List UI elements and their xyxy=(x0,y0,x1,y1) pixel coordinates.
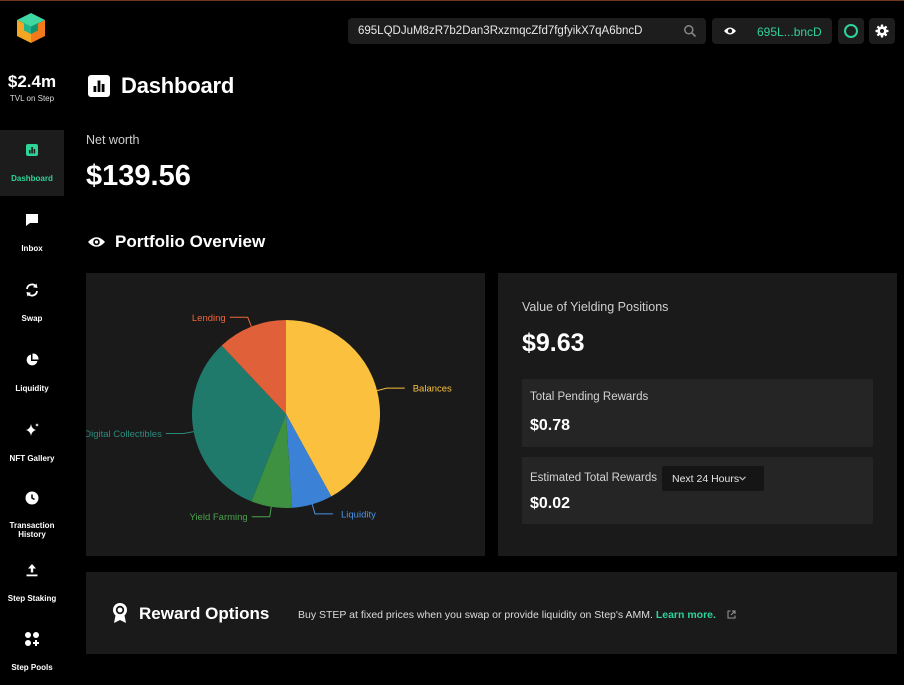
sidebar-item-label: Swap xyxy=(21,314,43,323)
reward-description-line: Buy STEP at fixed prices when you swap o… xyxy=(298,609,736,621)
sidebar-item-label: Inbox xyxy=(21,244,43,253)
wallet-button[interactable]: 695L...bncD xyxy=(712,18,832,44)
wallet-address-input[interactable] xyxy=(358,18,676,44)
period-select-value: Next 24 Hours xyxy=(672,473,740,485)
pending-rewards-box: Total Pending Rewards $0.78 xyxy=(522,379,873,447)
sidebar: $2.4m TVL on Step Dashboard Inbox Swap L… xyxy=(0,0,64,685)
search-icon[interactable] xyxy=(683,24,697,38)
sidebar-item-nft-gallery[interactable]: NFT Gallery xyxy=(0,410,64,476)
pie-label-digital-collectibles: Digital Collectibles xyxy=(86,429,162,440)
sidebar-item-swap[interactable]: Swap xyxy=(0,270,64,336)
reward-options-title: Reward Options xyxy=(139,604,270,623)
estimated-rewards-label: Estimated Total Rewards xyxy=(530,472,657,484)
pie-label-liquidity: Liquidity xyxy=(341,509,376,520)
swap-icon xyxy=(24,282,40,298)
reward-description: Buy STEP at fixed prices when you swap o… xyxy=(298,609,653,621)
yield-card: Value of Yielding Positions $9.63 Total … xyxy=(498,273,897,556)
pools-icon xyxy=(24,631,40,647)
top-accent-line xyxy=(0,0,904,1)
sidebar-item-transaction-history[interactable]: Transaction History xyxy=(0,478,64,548)
yield-label: Value of Yielding Positions xyxy=(522,300,669,314)
sidebar-item-label: Liquidity xyxy=(15,384,49,393)
staking-icon xyxy=(24,562,40,578)
pending-rewards-label: Total Pending Rewards xyxy=(530,391,649,403)
sidebar-item-label: Step Pools xyxy=(11,663,53,672)
external-link-icon[interactable] xyxy=(727,610,736,619)
pie-leader-line xyxy=(165,431,194,434)
sidebar-item-label: Step Staking xyxy=(7,594,57,603)
step-logo-icon[interactable] xyxy=(16,12,46,44)
pie-leader-line xyxy=(251,506,272,518)
pending-rewards-value: $0.78 xyxy=(530,417,571,434)
sidebar-item-dashboard[interactable]: Dashboard xyxy=(0,130,64,196)
sparkle-icon xyxy=(24,422,40,438)
sidebar-item-label: Transaction History xyxy=(9,521,55,539)
sidebar-item-inbox[interactable]: Inbox xyxy=(0,200,64,266)
pie-label-lending: Lending xyxy=(192,313,226,324)
award-ribbon-icon xyxy=(113,603,127,623)
settings-button[interactable] xyxy=(869,18,895,44)
sidebar-item-label: Dashboard xyxy=(11,174,53,183)
portfolio-pie-chart: Balances Liquidity Yield Farming Digital Co… xyxy=(84,313,452,523)
pie-leader-line xyxy=(311,504,334,515)
status-ring-icon xyxy=(844,24,858,38)
tvl-label: TVL on Step xyxy=(9,94,55,103)
learn-more-link[interactable]: Learn more. xyxy=(656,609,716,621)
gear-icon xyxy=(875,24,889,38)
estimated-rewards-value: $0.02 xyxy=(530,495,571,512)
tvl-value: $2.4m xyxy=(7,72,57,91)
pie-label-balances: Balances xyxy=(413,384,452,395)
chevron-down-icon xyxy=(739,476,746,481)
portfolio-overview-title: Portfolio Overview xyxy=(115,232,266,251)
portfolio-chart-card: Balances Liquidity Yield Farming Digital Co… xyxy=(84,273,485,556)
liquidity-icon xyxy=(24,352,40,368)
pie-label-yield-farming: Yield Farming xyxy=(189,512,247,523)
dashboard-icon xyxy=(24,142,40,158)
period-select[interactable]: Next 24 Hours xyxy=(662,466,764,491)
clock-icon xyxy=(24,490,40,506)
estimated-rewards-box: Estimated Total Rewards Next 24 Hours $0… xyxy=(522,457,873,524)
sidebar-item-liquidity[interactable]: Liquidity xyxy=(0,340,64,406)
page-header: Dashboard xyxy=(88,73,234,99)
net-worth-value: $139.56 xyxy=(86,160,191,192)
dashboard-icon xyxy=(88,75,110,97)
eye-icon xyxy=(724,27,736,35)
sidebar-item-label: NFT Gallery xyxy=(9,454,55,463)
pie-leader-line xyxy=(376,387,405,392)
wallet-search-bar xyxy=(348,18,706,44)
yield-value: $9.63 xyxy=(522,329,585,357)
eye-icon xyxy=(88,237,105,247)
wallet-address-short: 695L...bncD xyxy=(757,25,822,39)
pie-leader-line xyxy=(229,316,252,327)
connection-status-button[interactable] xyxy=(838,18,864,44)
sidebar-item-step-staking[interactable]: Step Staking xyxy=(0,550,64,616)
sidebar-item-step-pools[interactable]: Step Pools xyxy=(0,619,64,685)
page-title: Dashboard xyxy=(121,73,235,98)
net-worth-label: Net worth xyxy=(86,133,140,147)
tvl-display: $2.4m TVL on Step xyxy=(0,72,64,103)
inbox-icon xyxy=(24,212,40,228)
portfolio-overview-header: Portfolio Overview xyxy=(87,232,265,252)
reward-options-card: Reward Options Buy STEP at fixed prices … xyxy=(86,572,897,654)
